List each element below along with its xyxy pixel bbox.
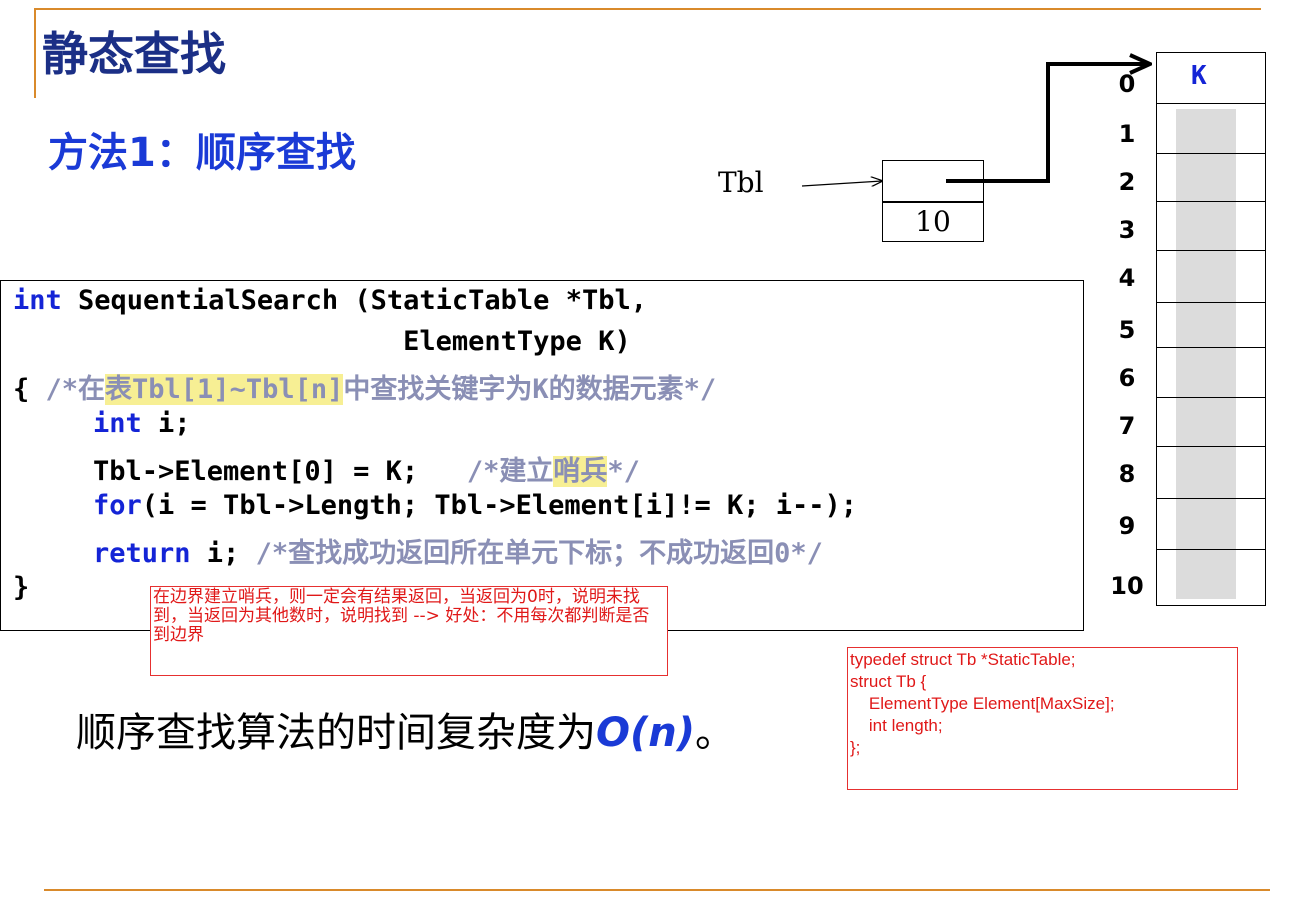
complexity-text: 顺序查找算法的时间复杂度为 (76, 710, 596, 756)
array-index: 6 (1118, 364, 1136, 392)
array-index: 7 (1118, 412, 1136, 440)
code-text: { (13, 374, 46, 405)
struct-definition-note: typedef struct Tb *StaticTable; struct T… (847, 647, 1238, 790)
code-text: i; (141, 408, 191, 439)
code-text: } (13, 572, 30, 603)
array-index: 8 (1118, 460, 1136, 488)
code-line-4: int i; (93, 408, 191, 439)
code-line-6: for(i = Tbl->Length; Tbl->Element[i]!= K… (93, 490, 857, 521)
sentinel-note: 在边界建立哨兵，则一定会有结果返回，当返回为0时，说明未找到，当返回为其他数时，… (150, 586, 668, 676)
code-comment: /*建立 (466, 456, 554, 487)
code-line-3: { /*在表Tbl[1]~Tbl[n]中查找关键字为K的数据元素*/ (13, 367, 716, 406)
complexity-tail: 。 (695, 710, 736, 756)
code-line-5: Tbl->Element[0] = K; /*建立哨兵*/ (93, 449, 640, 488)
array-index: 1 (1118, 120, 1136, 148)
array-row-divider (1157, 347, 1265, 348)
keyword: for (93, 490, 142, 521)
array-index: 4 (1118, 264, 1136, 292)
array-index: 3 (1118, 216, 1136, 244)
code-text: i; (190, 538, 256, 569)
tbl-pointer-arrow (801, 181, 882, 186)
array-row-divider (1157, 103, 1265, 104)
keyword: int (93, 408, 142, 439)
array-shaded-cells (1176, 109, 1236, 599)
array-index: 5 (1118, 316, 1136, 344)
array-row-divider (1157, 397, 1265, 398)
array-row-divider (1157, 498, 1265, 499)
array-row-divider (1157, 446, 1265, 447)
code-comment: /*在 (45, 374, 106, 405)
code-block: int SequentialSearch (StaticTable *Tbl, … (0, 280, 1084, 631)
code-text: ElementType K) (13, 326, 631, 357)
array-row-divider (1157, 302, 1265, 303)
code-line-8: } (13, 572, 29, 603)
element-array: K (1156, 52, 1266, 606)
array-row-divider (1157, 153, 1265, 154)
code-line-2: ElementType K) (13, 326, 631, 357)
array-index: 0 (1118, 70, 1136, 98)
keyword: int (13, 285, 62, 316)
code-line-1: int SequentialSearch (StaticTable *Tbl, (13, 285, 647, 316)
code-comment-highlight: 哨兵 (553, 456, 608, 487)
array-index: 10 (1110, 572, 1144, 600)
code-comment: */ (607, 456, 640, 487)
big-o: O(n) (596, 710, 696, 756)
array-row-divider (1157, 549, 1265, 550)
keyword: return (93, 538, 191, 569)
code-line-7: return i; /*查找成功返回所在单元下标；不成功返回0*/ (93, 531, 823, 570)
array-row-divider (1157, 250, 1265, 251)
array-index: 9 (1118, 512, 1136, 540)
complexity-statement: 顺序查找算法的时间复杂度为O(n)。 (76, 700, 735, 758)
code-comment: 中查找关键字为K的数据元素*/ (343, 374, 717, 405)
array-index: 2 (1118, 168, 1136, 196)
array-header-k: K (1191, 61, 1207, 91)
code-text: Tbl->Element[0] = K; (93, 456, 467, 487)
code-text: (i = Tbl->Length; Tbl->Element[i]!= K; i… (141, 490, 858, 521)
code-comment: /*查找成功返回所在单元下标；不成功返回0*/ (255, 538, 823, 569)
code-comment-highlight: 表Tbl[1]~Tbl[n] (105, 374, 344, 405)
array-row-divider (1157, 201, 1265, 202)
code-text: SequentialSearch (StaticTable *Tbl, (61, 285, 647, 316)
